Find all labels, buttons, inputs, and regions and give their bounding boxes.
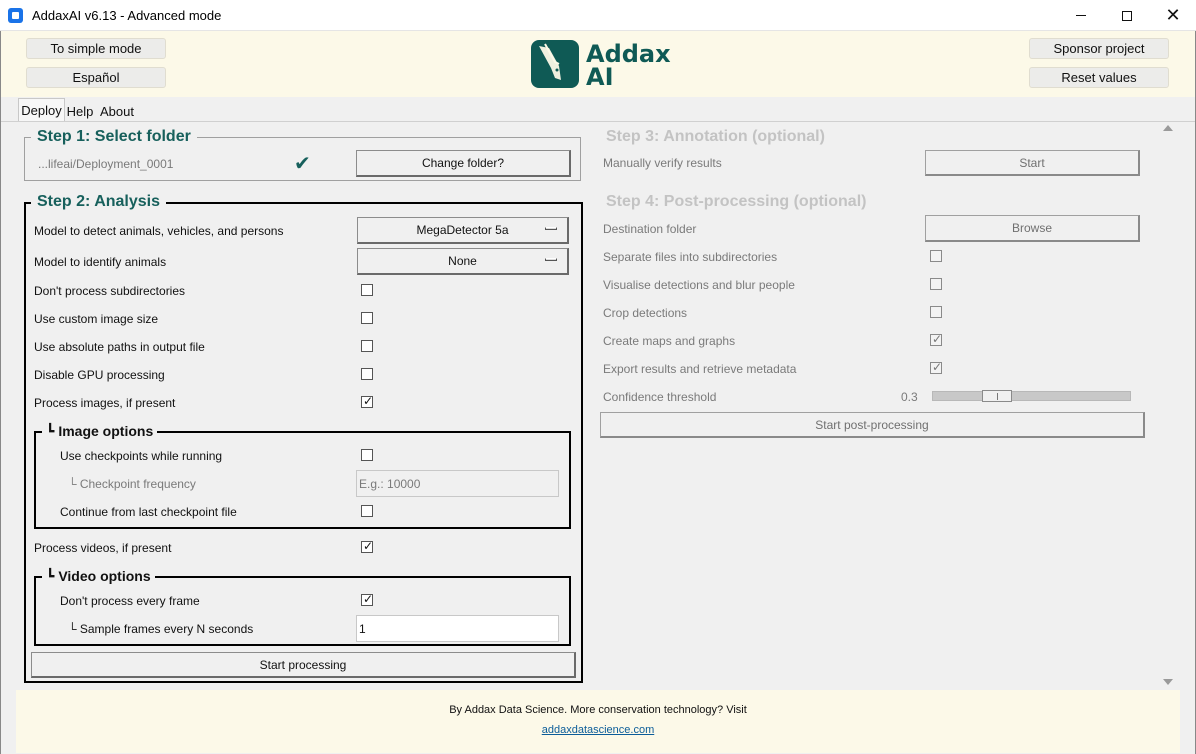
detection-model-label: Model to detect animals, vehicles, and p…	[34, 224, 284, 238]
addax-logo: Addax AI	[531, 40, 671, 91]
step3-title: Step 3: Annotation (optional)	[606, 128, 825, 145]
title-bar: AddaxAI v6.13 - Advanced mode ✕	[0, 0, 1196, 31]
footer: By Addax Data Science. More conservation…	[16, 690, 1180, 753]
process-images-checkbox[interactable]: ✓	[361, 394, 374, 408]
detection-model-value: MegaDetector 5a	[416, 223, 509, 237]
postprocess-option-label: Visualise detections and blur people	[603, 278, 795, 292]
destination-folder-label: Destination folder	[603, 222, 697, 236]
checkmark-icon: ✓	[932, 332, 943, 346]
checkmark-icon: ✓	[363, 592, 374, 606]
window-title: AddaxAI v6.13 - Advanced mode	[32, 8, 222, 23]
dont-process-subdirs-checkbox[interactable]	[361, 284, 373, 296]
continue-checkpoint-checkbox[interactable]	[361, 505, 373, 517]
maximize-icon	[1122, 10, 1132, 21]
maximize-button[interactable]	[1104, 0, 1150, 31]
vertical-scrollbar[interactable]	[1161, 121, 1175, 690]
start-postprocessing-button[interactable]: Start post-processing	[600, 412, 1145, 438]
option-label: Don't process subdirectories	[34, 284, 186, 298]
simple-mode-button[interactable]: To simple mode	[26, 38, 166, 59]
step1-title: Step 1: Select folder	[31, 128, 197, 146]
process-videos-label: Process videos, if present	[34, 541, 172, 555]
sub-arrow-icon: ┗	[46, 423, 59, 439]
checkpoints-label: Use checkpoints while running	[60, 449, 223, 463]
crop-detections-checkbox[interactable]	[930, 306, 942, 318]
addax-head-icon	[531, 40, 579, 88]
create-maps-checkbox[interactable]: ✓	[930, 332, 943, 346]
classification-model-value: None	[448, 254, 477, 268]
confidence-slider-track[interactable]	[932, 391, 1131, 401]
close-icon: ✕	[1165, 5, 1181, 25]
footer-text: By Addax Data Science. More conservation…	[449, 704, 747, 716]
sample-frames-input[interactable]: 1	[356, 615, 559, 642]
tab-bar: Deploy Help About	[1, 97, 1195, 121]
close-button[interactable]: ✕	[1150, 0, 1196, 31]
postprocess-option-label: Crop detections	[603, 306, 688, 320]
sample-frames-label: └ Sample frames every N seconds	[68, 622, 254, 636]
website-link[interactable]: addaxdatascience.com	[16, 724, 1180, 736]
change-folder-button[interactable]: Change folder?	[356, 150, 571, 177]
disable-gpu-checkbox[interactable]	[361, 368, 373, 380]
option-label: Disable GPU processing	[34, 368, 165, 382]
postprocess-option-label: Separate files into subdirectories	[603, 250, 778, 264]
browse-button[interactable]: Browse	[925, 215, 1140, 242]
checkpoint-frequency-label: └ Checkpoint frequency	[68, 477, 196, 491]
checkpoint-frequency-input[interactable]: E.g.: 10000	[356, 470, 559, 497]
every-frame-label: Don't process every frame	[60, 594, 200, 608]
video-options-title: ┗ Video options	[42, 568, 155, 585]
sponsor-button[interactable]: Sponsor project	[1029, 38, 1169, 59]
continue-checkpoint-label: Continue from last checkpoint file	[60, 505, 237, 519]
confidence-threshold-label: Confidence threshold	[603, 390, 717, 404]
scroll-down-icon[interactable]	[1163, 679, 1173, 685]
minimize-button[interactable]	[1058, 0, 1104, 31]
visualise-detections-checkbox[interactable]	[930, 278, 942, 290]
use-checkpoints-checkbox[interactable]	[361, 449, 373, 461]
confidence-slider-handle[interactable]	[982, 390, 1012, 402]
tab-help[interactable]: Help	[66, 101, 94, 121]
scroll-up-icon[interactable]	[1163, 125, 1173, 131]
detection-model-dropdown[interactable]: MegaDetector 5a	[357, 217, 569, 244]
annotation-start-button[interactable]: Start	[925, 150, 1140, 176]
app-icon	[8, 8, 23, 23]
confidence-threshold-value: 0.3	[901, 390, 918, 404]
checkmark-icon: ✓	[363, 394, 374, 408]
step2-title: Step 2: Analysis	[31, 193, 167, 211]
language-button[interactable]: Español	[26, 67, 166, 88]
custom-image-size-checkbox[interactable]	[361, 312, 373, 324]
sub-arrow-icon: └	[68, 477, 80, 491]
checkmark-icon: ✓	[932, 360, 943, 374]
postprocess-option-label: Export results and retrieve metadata	[603, 362, 797, 376]
checkmark-icon: ✓	[363, 539, 374, 553]
sub-arrow-icon: ┗	[46, 568, 59, 584]
logo-text-ai: AI	[586, 63, 614, 91]
dont-process-every-frame-checkbox[interactable]: ✓	[361, 592, 374, 606]
classification-model-label: Model to identify animals	[34, 255, 167, 269]
option-label: Use absolute paths in output file	[34, 340, 205, 354]
tab-deploy[interactable]: Deploy	[18, 98, 65, 121]
option-label: Use custom image size	[34, 312, 159, 326]
dropdown-indicator-icon	[545, 258, 557, 261]
folder-path: ...lifeai/Deployment_0001	[38, 157, 174, 171]
start-processing-button[interactable]: Start processing	[31, 652, 576, 678]
verify-results-label: Manually verify results	[603, 156, 722, 170]
header-band: To simple mode Español Sponsor project R…	[1, 31, 1195, 97]
classification-model-dropdown[interactable]: None	[357, 248, 569, 275]
absolute-paths-checkbox[interactable]	[361, 340, 373, 352]
reset-values-button[interactable]: Reset values	[1029, 67, 1169, 88]
tab-about[interactable]: About	[98, 101, 136, 121]
option-label: Process images, if present	[34, 396, 176, 410]
sub-arrow-icon: └	[68, 622, 80, 636]
process-videos-checkbox[interactable]: ✓	[361, 539, 374, 553]
dropdown-indicator-icon	[545, 227, 557, 230]
step4-title: Step 4: Post-processing (optional)	[606, 193, 867, 210]
folder-selected-check-icon: ✔	[294, 153, 311, 175]
minimize-icon	[1076, 15, 1086, 16]
separate-files-checkbox[interactable]	[930, 250, 942, 262]
postprocess-option-label: Create maps and graphs	[603, 334, 736, 348]
export-results-checkbox[interactable]: ✓	[930, 360, 943, 374]
image-options-title: ┗ Image options	[42, 423, 158, 440]
